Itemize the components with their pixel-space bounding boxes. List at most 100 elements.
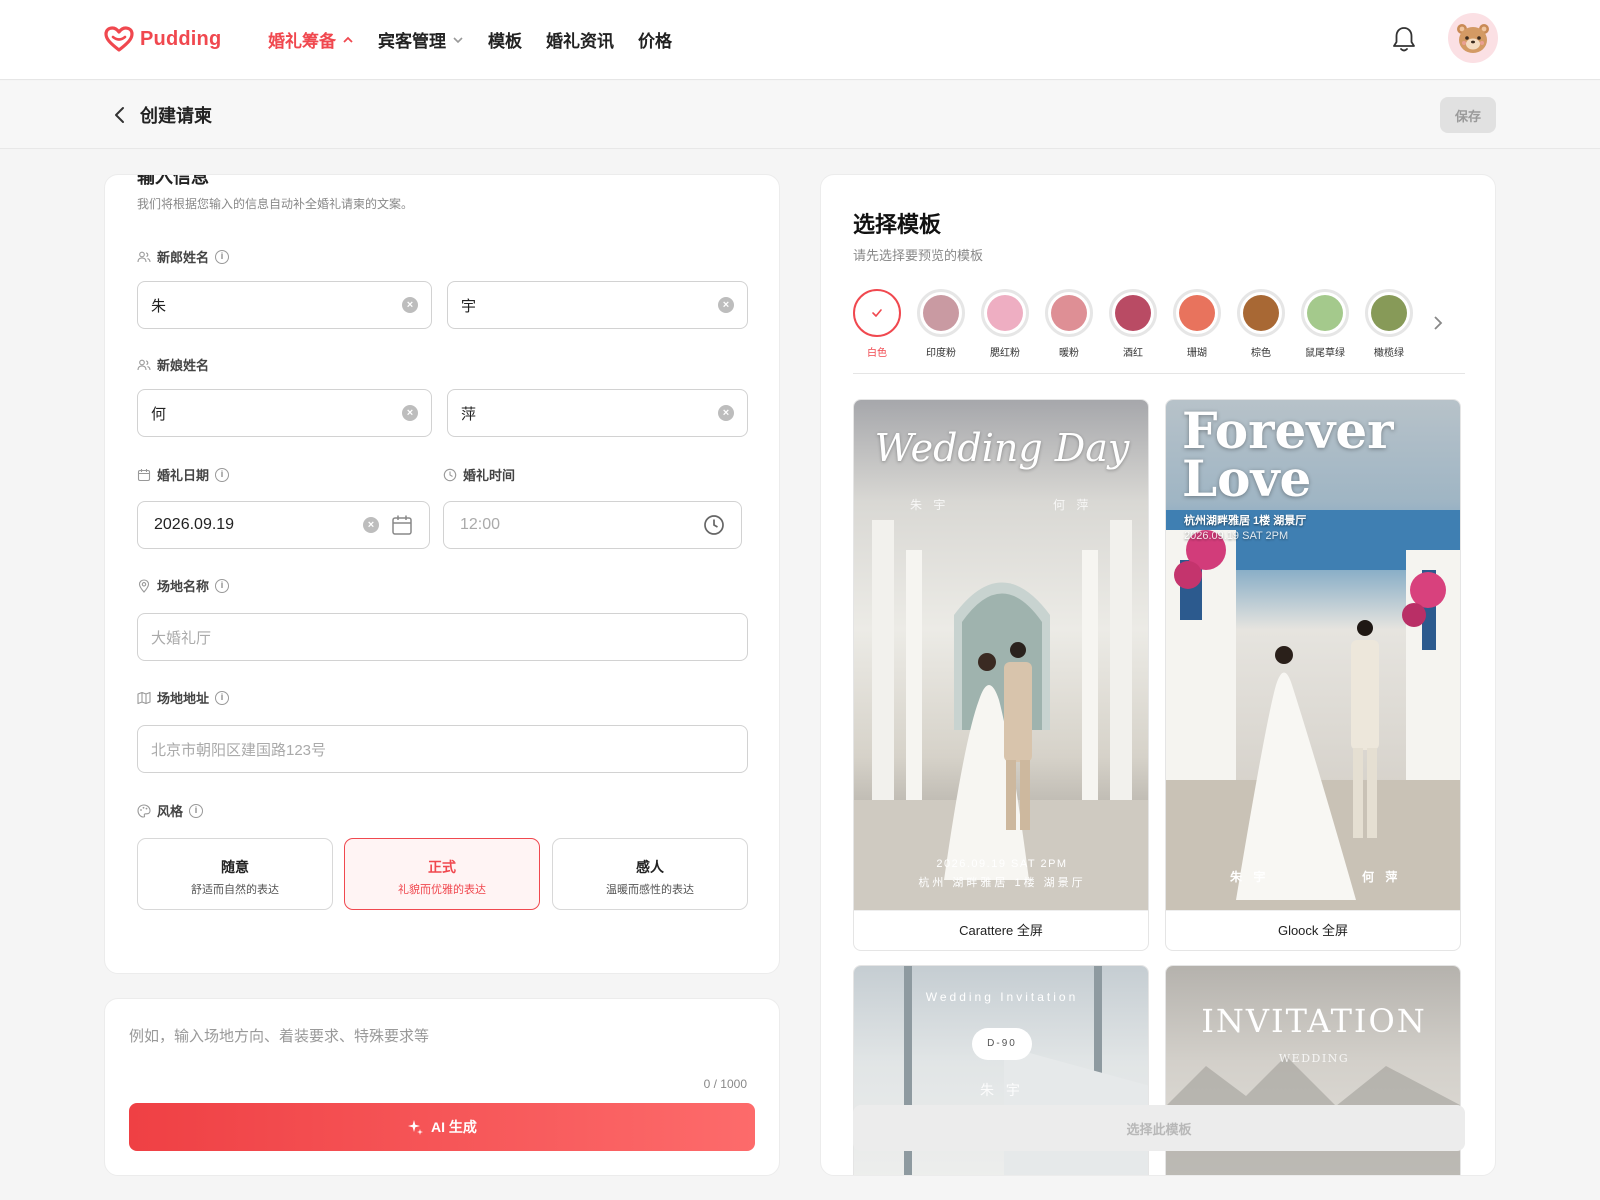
- color-swatch[interactable]: 鼠尾草绿: [1301, 289, 1349, 359]
- groom-last-name-input[interactable]: 朱 ×: [137, 281, 432, 329]
- style-option-casual[interactable]: 随意 舒适而自然的表达: [137, 838, 333, 910]
- bride-first-name-input[interactable]: 萍 ×: [447, 389, 748, 437]
- clock-icon: [443, 468, 457, 481]
- notification-bell-icon[interactable]: [1390, 24, 1418, 54]
- wedding-time-input[interactable]: 12:00: [443, 501, 742, 549]
- swatch-color: [1051, 295, 1087, 331]
- address-placeholder: 北京市朝阳区建国路123号: [151, 741, 327, 759]
- template-headline-line1: Forever: [1182, 401, 1394, 460]
- info-icon[interactable]: i: [215, 690, 230, 705]
- template-bride-name: 何 萍: [1362, 870, 1402, 884]
- style-option-touching[interactable]: 感人 温暖而感性的表达: [552, 838, 748, 910]
- swatch-ring: [917, 289, 965, 337]
- location-pin-icon: [138, 578, 150, 593]
- color-swatch[interactable]: 白色: [853, 289, 901, 359]
- swatch-color: [1371, 295, 1407, 331]
- clear-icon[interactable]: ×: [402, 297, 418, 313]
- calendar-picker-icon[interactable]: [391, 514, 413, 536]
- clock-picker-icon[interactable]: [703, 514, 725, 536]
- color-swatch[interactable]: 暖粉: [1045, 289, 1093, 359]
- nav-item-news[interactable]: 婚礼资讯: [546, 27, 614, 52]
- template-name: Gloock 全屏: [1166, 910, 1460, 950]
- clear-icon[interactable]: ×: [718, 297, 734, 313]
- bride-last-name-value: 何: [151, 405, 167, 423]
- swatch-label: 珊瑚: [1187, 348, 1207, 359]
- color-swatch[interactable]: 腮红粉: [981, 289, 1029, 359]
- save-button[interactable]: 保存: [1440, 97, 1496, 133]
- color-swatch[interactable]: 印度粉: [917, 289, 965, 359]
- groom-label-text: 新郎姓名: [157, 250, 210, 265]
- swatch-color: [1307, 295, 1343, 331]
- nav-item-wedding-prep[interactable]: 婚礼筹备: [268, 27, 354, 52]
- back-arrow-icon[interactable]: [108, 103, 132, 127]
- color-swatch[interactable]: 橄榄绿: [1365, 289, 1413, 359]
- swatch-ring: [1173, 289, 1221, 337]
- choose-template-button[interactable]: 选择此模板: [853, 1105, 1465, 1151]
- info-form-card: 输入信息 我们将根据您输入的信息自动补全婚礼请柬的文案。 新郎姓名 i 朱 × …: [104, 174, 780, 974]
- info-icon[interactable]: i: [215, 249, 230, 264]
- style-option-title: 感人: [636, 859, 664, 875]
- style-option-formal[interactable]: 正式 礼貌而优雅的表达: [344, 838, 540, 910]
- brand-name: Pudding: [140, 27, 222, 50]
- style-option-title: 随意: [221, 859, 249, 875]
- sparkle-icon: [408, 1120, 424, 1135]
- swatch-label: 酒红: [1123, 348, 1143, 359]
- venue-name-label: 场地名称 i: [137, 576, 230, 595]
- venue-name-input[interactable]: 大婚礼厅: [137, 613, 748, 661]
- venue-address-label: 场地地址 i: [137, 688, 230, 707]
- info-icon[interactable]: i: [215, 467, 230, 482]
- template-card-carattere[interactable]: Wedding Day 朱 宇 何 萍 2026.09.19 SAT 2PM 杭…: [853, 399, 1149, 951]
- template-picker-card: 选择模板 请先选择要预览的模板 白色 印度粉 腮红粉 暖粉 酒红 珊瑚 棕色 鼠尾草绿 橄榄绿 …: [820, 174, 1496, 1176]
- info-icon[interactable]: i: [215, 578, 230, 593]
- template-venue: 杭州 湖畔雅居 1楼 湖景厅: [918, 877, 1086, 889]
- nav-item-templates[interactable]: 模板: [488, 27, 522, 52]
- info-icon[interactable]: i: [189, 803, 204, 818]
- swatch-label: 棕色: [1251, 348, 1271, 359]
- template-headline: INVITATION: [1201, 1002, 1427, 1040]
- color-swatch[interactable]: 棕色: [1237, 289, 1285, 359]
- chevron-right-icon[interactable]: [1431, 313, 1445, 333]
- swatch-label: 印度粉: [926, 348, 956, 359]
- nav-item-pricing[interactable]: 价格: [638, 27, 672, 52]
- form-description: 我们将根据您输入的信息自动补全婚礼请柬的文案。: [137, 197, 414, 211]
- swatch-color: [1243, 295, 1279, 331]
- nav-item-label: 价格: [638, 32, 672, 51]
- template-card-gloock[interactable]: Forever Love 杭州湖畔雅居 1楼 湖景厅 2026.09.19 SA…: [1165, 399, 1461, 951]
- ai-generate-label: AI 生成: [431, 1119, 477, 1135]
- swatch-label: 白色: [867, 348, 887, 359]
- time-label-text: 婚礼时间: [463, 468, 516, 483]
- user-avatar[interactable]: [1448, 13, 1498, 63]
- groom-first-name-value: 宇: [461, 297, 477, 315]
- bride-last-name-input[interactable]: 何 ×: [137, 389, 432, 437]
- chevron-up-icon: [343, 36, 353, 43]
- nav-item-guests[interactable]: 宾客管理: [378, 27, 464, 52]
- template-groom-name: 朱 宇: [910, 498, 950, 512]
- prompt-textarea[interactable]: 例如，输入场地方向、着装要求、特殊要求等: [129, 1025, 429, 1046]
- check-icon: [872, 309, 882, 317]
- heart-logo-icon: [104, 26, 134, 52]
- brand-logo[interactable]: Pudding: [104, 26, 221, 52]
- ai-generate-button[interactable]: AI 生成: [129, 1103, 755, 1151]
- color-swatch[interactable]: 珊瑚: [1173, 289, 1221, 359]
- divider: [853, 373, 1465, 374]
- swatch-ring: [1237, 289, 1285, 337]
- clear-icon[interactable]: ×: [718, 405, 734, 421]
- palette-icon: [137, 803, 151, 818]
- groom-first-name-input[interactable]: 宇 ×: [447, 281, 748, 329]
- swatch-ring: [853, 289, 901, 337]
- swatch-color: [987, 295, 1023, 331]
- clear-icon[interactable]: ×: [402, 405, 418, 421]
- wedding-date-input[interactable]: 2026.09.19 ×: [137, 501, 430, 549]
- template-bride-name: 何 萍: [1053, 498, 1093, 512]
- clear-icon[interactable]: ×: [363, 517, 379, 533]
- form-heading: 输入信息: [137, 174, 209, 187]
- bride-label-text: 新娘姓名: [157, 358, 210, 373]
- color-swatch[interactable]: 酒红: [1109, 289, 1157, 359]
- photo-illustration: [854, 520, 1148, 910]
- swatch-label: 腮红粉: [990, 348, 1020, 359]
- template-headline: Wedding Day: [874, 426, 1130, 470]
- style-option-title: 正式: [428, 859, 456, 875]
- nav-item-label: 婚礼资讯: [546, 32, 614, 51]
- venue-address-input[interactable]: 北京市朝阳区建国路123号: [137, 725, 748, 773]
- bride-name-label: 新娘姓名: [137, 355, 209, 374]
